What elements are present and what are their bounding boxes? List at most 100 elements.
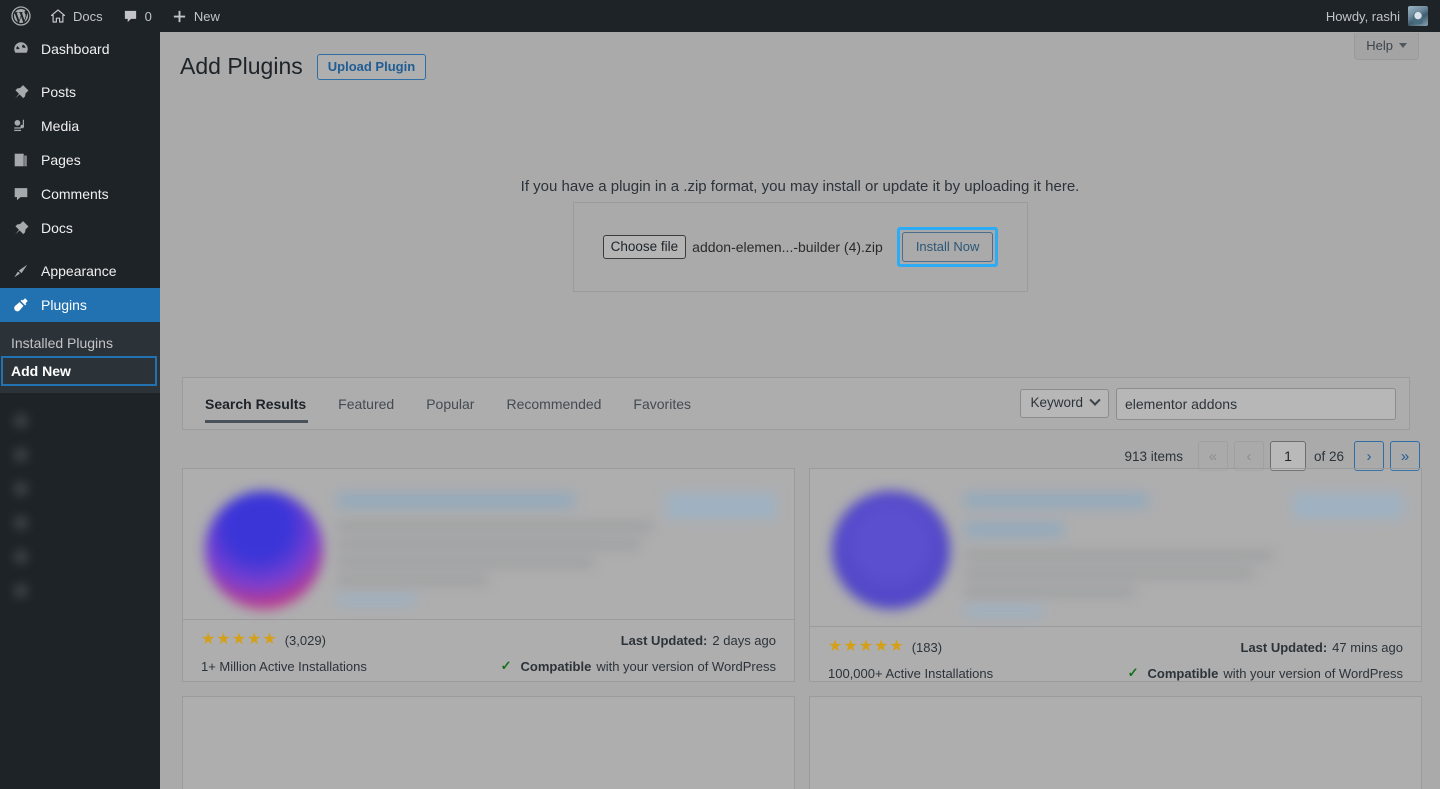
plugin-icon <box>205 491 323 609</box>
wordpress-logo-icon <box>11 6 31 26</box>
avatar <box>1408 6 1428 26</box>
wordpress-logo-button[interactable] <box>0 0 40 32</box>
sidebar-item-blurred[interactable]: ■ <box>0 505 160 539</box>
plugin-filter-bar: Search Results Featured Popular Recommen… <box>182 377 1410 430</box>
main-content: Help Add Plugins Upload Plugin If you ha… <box>160 32 1440 789</box>
plugin-upload-box: Choose file addon-elemen...-builder (4).… <box>573 202 1028 292</box>
check-icon: ✓ <box>1127 665 1139 680</box>
plugin-author-link[interactable] <box>964 606 1043 616</box>
install-button-placeholder[interactable] <box>1293 493 1403 519</box>
last-page-button[interactable]: » <box>1390 441 1420 471</box>
choose-file-button[interactable]: Choose file <box>602 234 687 260</box>
plugin-card[interactable]: ★★★★★ (3,029) Last Updated: 2 days ago 1… <box>182 468 795 682</box>
tab-recommended[interactable]: Recommended <box>490 377 617 430</box>
plugin-desc-line <box>964 569 1254 578</box>
current-page-input[interactable]: 1 <box>1269 441 1306 471</box>
page-title: Add Plugins <box>180 53 303 79</box>
sidebar-item-dashboard[interactable]: Dashboard <box>0 32 160 66</box>
plugin-desc-line <box>337 558 594 567</box>
chevron-down-icon <box>1399 43 1407 48</box>
active-installations: 1+ Million Active Installations <box>201 658 367 674</box>
comment-icon <box>11 184 31 204</box>
site-name-label: Docs <box>73 8 103 24</box>
plus-icon <box>172 9 187 24</box>
plugin-card-body <box>810 469 1421 626</box>
plugin-card[interactable]: ★★★★★ (183) Last Updated: 47 mins ago 10… <box>809 468 1422 682</box>
selected-file-name: addon-elemen...-builder (4).zip <box>692 239 883 255</box>
sidebar-item-label: Pages <box>41 152 81 168</box>
last-updated: Last Updated: 2 days ago <box>621 633 776 648</box>
sidebar-item-label: Media <box>41 118 80 134</box>
sidebar-item-label: Docs <box>41 220 73 236</box>
next-page-button[interactable]: › <box>1354 441 1384 471</box>
plugin-name-placeholder-2 <box>964 522 1063 537</box>
sidebar-item-label: Comments <box>41 186 109 202</box>
active-installations: 100,000+ Active Installations <box>828 665 994 681</box>
first-page-button[interactable]: « <box>1197 441 1228 471</box>
brush-icon <box>11 261 31 281</box>
star-rating-icon: ★★★★★ <box>828 638 905 655</box>
sidebar-item-plugins[interactable]: Plugins <box>0 288 168 322</box>
plugin-card-body <box>183 469 794 619</box>
sidebar-item-posts[interactable]: Posts <box>0 75 160 109</box>
sidebar-item-blurred[interactable]: ■ <box>0 573 160 607</box>
upload-plugin-button[interactable]: Upload Plugin <box>316 53 427 80</box>
compatibility-status: ✓ Compatible with your version of WordPr… <box>501 658 776 674</box>
sidebar-item-label: Plugins <box>41 297 87 313</box>
generic-icon: ■ <box>16 412 26 428</box>
last-updated-value: 47 mins ago <box>1332 639 1403 655</box>
tab-featured[interactable]: Featured <box>322 377 410 430</box>
pagination: 913 items « ‹ 1 of 26 › » <box>1124 441 1420 471</box>
page-icon <box>11 150 31 170</box>
tab-search-results[interactable]: Search Results <box>203 377 322 430</box>
install-button-placeholder[interactable] <box>666 493 776 519</box>
submenu-item-add-new[interactable]: Add New <box>1 356 157 386</box>
pin-icon <box>11 82 31 102</box>
media-icon <box>11 116 31 136</box>
plugin-card-footer: ★★★★★ (3,029) Last Updated: 2 days ago 1… <box>183 619 794 681</box>
items-count-label: 913 items <box>1124 448 1183 464</box>
prev-page-button[interactable]: ‹ <box>1233 441 1264 471</box>
plugin-card-actions <box>1293 485 1403 616</box>
sidebar-item-blurred[interactable]: ■ <box>0 471 160 505</box>
sidebar-divider <box>0 245 160 254</box>
search-input[interactable] <box>1116 387 1396 420</box>
plugin-card[interactable] <box>809 696 1422 789</box>
plugin-compat-row: 1+ Million Active Installations ✓ Compat… <box>201 658 776 674</box>
last-updated-label: Last Updated: <box>1240 639 1328 655</box>
sidebar-item-label: Posts <box>41 84 77 100</box>
sidebar-item-comments[interactable]: Comments <box>0 177 160 211</box>
sidebar-item-blurred[interactable]: ■ <box>0 437 160 471</box>
submenu-item-installed-plugins[interactable]: Installed Plugins <box>0 329 160 357</box>
plugin-desc-line <box>964 587 1136 596</box>
plugin-card-text <box>964 485 1293 616</box>
plugin-tabs: Search Results Featured Popular Recommen… <box>183 377 707 430</box>
plugin-compat-row: 100,000+ Active Installations ✓ Compatib… <box>828 665 1403 681</box>
plugin-card-text <box>337 485 666 609</box>
plugin-card[interactable] <box>182 696 795 789</box>
sidebar-item-media[interactable]: Media <box>0 109 160 143</box>
tab-popular[interactable]: Popular <box>410 377 490 430</box>
search-type-label: Keyword <box>1030 395 1083 411</box>
generic-icon: ■ <box>16 514 26 530</box>
plugin-card-footer: ★★★★★ (183) Last Updated: 47 mins ago 10… <box>810 626 1421 681</box>
dashboard-icon <box>11 39 31 59</box>
plugin-card-body <box>810 697 1421 789</box>
new-content-menu[interactable]: New <box>162 0 230 32</box>
chevron-down-icon <box>1089 394 1101 406</box>
install-now-button[interactable]: Install Now <box>901 231 994 263</box>
search-type-select[interactable]: Keyword <box>1020 389 1109 418</box>
last-updated-label: Last Updated: <box>620 632 708 648</box>
sidebar-item-pages[interactable]: Pages <box>0 143 160 177</box>
help-tab-button[interactable]: Help <box>1354 33 1419 60</box>
tab-favorites[interactable]: Favorites <box>617 377 707 430</box>
sidebar-item-blurred[interactable]: ■ <box>0 403 160 437</box>
sidebar-item-blurred[interactable]: ■ <box>0 539 160 573</box>
site-name-menu[interactable]: Docs <box>40 0 113 32</box>
sidebar-item-docs[interactable]: Docs <box>0 211 160 245</box>
plugin-author-link[interactable] <box>337 595 416 605</box>
account-menu[interactable]: Howdy, rashi <box>1326 0 1440 32</box>
comments-menu[interactable]: 0 <box>113 0 162 32</box>
sidebar-divider <box>0 66 160 75</box>
sidebar-item-appearance[interactable]: Appearance <box>0 254 160 288</box>
